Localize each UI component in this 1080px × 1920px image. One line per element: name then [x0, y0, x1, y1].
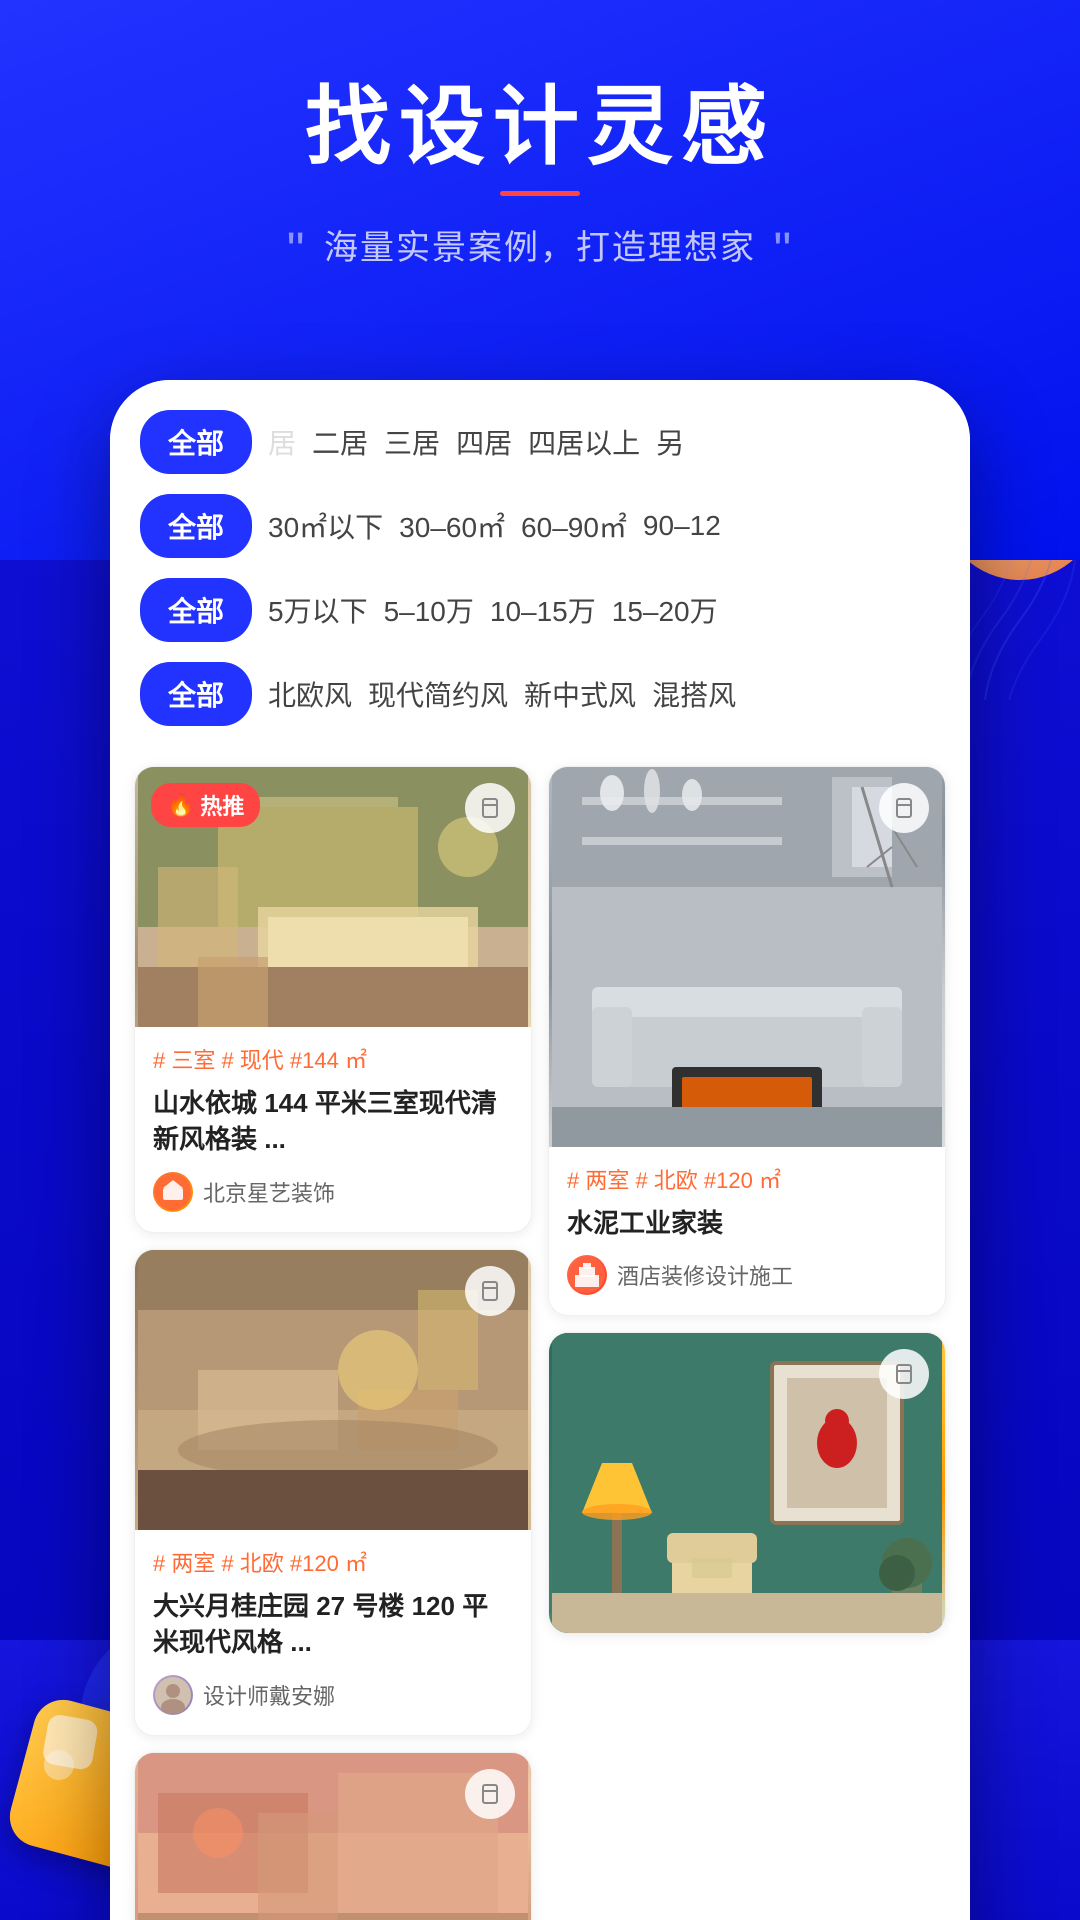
author-name-2: 酒店装修设计施工	[617, 1259, 793, 1291]
filter-budget-15-20[interactable]: 15–20万	[612, 590, 718, 630]
filter-row-area: 全部 30㎡以下 30–60㎡ 60–90㎡ 90–12	[140, 494, 940, 558]
card-daxing-image	[135, 1250, 531, 1530]
content-container: 全部 居 二居 三居 四居 四居以上 另 全部 30㎡以下 30–60㎡ 60–…	[110, 380, 970, 1920]
card-shanshui[interactable]: 🔥 热推 # 三室 # 现代 #144 ㎡ 山水依城 144 平米三室现	[134, 766, 532, 1233]
card-green-room[interactable]	[548, 1332, 946, 1634]
bookmark-icon-5	[479, 1783, 501, 1805]
title-underline	[500, 191, 580, 196]
card-shanshui-author: 北京星艺装饰	[153, 1172, 513, 1212]
filter-area-90-120[interactable]: 90–12	[643, 510, 721, 542]
hot-label: 热推	[200, 789, 244, 821]
filter-row-room-type: 全部 居 二居 三居 四居 四居以上 另	[140, 410, 940, 474]
hot-badge: 🔥 热推	[151, 783, 260, 827]
bookmark-btn-card3[interactable]	[465, 1266, 515, 1316]
author-avatar-1	[153, 1172, 193, 1212]
content-grid: 🔥 热推 # 三室 # 现代 #144 ㎡ 山水依城 144 平米三室现	[110, 766, 970, 1920]
quote-left-icon: "	[287, 222, 307, 278]
filter-area-30[interactable]: 30㎡以下	[268, 506, 383, 546]
filter-4plus-room[interactable]: 四居以上	[528, 422, 640, 462]
card-daxing-body: # 两室 # 北欧 #120 ㎡ 大兴月桂庄园 27 号楼 120 平米现代风格…	[135, 1530, 531, 1735]
card-cement-tags: # 两室 # 北欧 #120 ㎡	[567, 1163, 927, 1195]
card-pink-image	[135, 1753, 531, 1920]
card-pink-room[interactable]	[134, 1752, 532, 1920]
filter-nordic[interactable]: 北欧风	[268, 674, 352, 714]
filter-section: 全部 居 二居 三居 四居 四居以上 另 全部 30㎡以下 30–60㎡ 60–…	[110, 380, 970, 766]
filter-area-30-60[interactable]: 30–60㎡	[399, 506, 505, 546]
filter-all-room[interactable]: 全部	[140, 410, 252, 474]
filter-modern[interactable]: 现代简约风	[368, 674, 508, 714]
bookmark-btn-card1[interactable]	[465, 783, 515, 833]
quote-right-icon: "	[773, 222, 793, 278]
filter-chinese[interactable]: 新中式风	[524, 674, 636, 714]
filter-all-area[interactable]: 全部	[140, 494, 252, 558]
designer-avatar	[155, 1677, 191, 1713]
filter-2room[interactable]: 二居	[312, 422, 368, 462]
filter-budget-10-15[interactable]: 10–15万	[490, 590, 596, 630]
card-green-image	[549, 1333, 945, 1633]
fire-icon: 🔥	[167, 792, 194, 818]
author-avatar-2	[567, 1255, 607, 1295]
filter-divider-1: 居	[268, 422, 296, 462]
author-name-1: 北京星艺装饰	[203, 1176, 335, 1208]
card-shanshui-title: 山水依城 144 平米三室现代清新风格装 ...	[153, 1085, 513, 1158]
card-cement-author: 酒店装修设计施工	[567, 1255, 927, 1295]
right-column: # 两室 # 北欧 #120 ㎡ 水泥工业家装	[548, 766, 946, 1920]
author-avatar-3	[153, 1675, 193, 1715]
left-column: 🔥 热推 # 三室 # 现代 #144 ㎡ 山水依城 144 平米三室现	[134, 766, 532, 1920]
card-cement[interactable]: # 两室 # 北欧 #120 ㎡ 水泥工业家装	[548, 766, 946, 1316]
filter-all-budget[interactable]: 全部	[140, 578, 252, 642]
bookmark-btn-card5[interactable]	[465, 1769, 515, 1819]
card-daxing[interactable]: # 两室 # 北欧 #120 ㎡ 大兴月桂庄园 27 号楼 120 平米现代风格…	[134, 1249, 532, 1736]
filter-area-60-90[interactable]: 60–90㎡	[521, 506, 627, 546]
bookmark-icon-3	[479, 1280, 501, 1302]
card-daxing-author: 设计师戴安娜	[153, 1675, 513, 1715]
author-name-3: 设计师戴安娜	[203, 1679, 335, 1711]
bookmark-icon-2	[893, 797, 915, 819]
card-cement-title: 水泥工业家装	[567, 1205, 927, 1241]
filter-4room[interactable]: 四居	[456, 422, 512, 462]
subtitle-text: 海量实景案例，打造理想家	[324, 229, 756, 267]
filter-more-room[interactable]: 另	[656, 422, 684, 462]
bookmark-icon-4	[893, 1363, 915, 1385]
card-daxing-title: 大兴月桂庄园 27 号楼 120 平米现代风格 ...	[153, 1588, 513, 1661]
card-shanshui-tags: # 三室 # 现代 #144 ㎡	[153, 1043, 513, 1075]
filter-3room[interactable]: 三居	[384, 422, 440, 462]
company-logo-1	[155, 1174, 191, 1210]
filter-row-budget: 全部 5万以下 5–10万 10–15万 15–20万	[140, 578, 940, 642]
card-shanshui-body: # 三室 # 现代 #144 ㎡ 山水依城 144 平米三室现代清新风格装 ..…	[135, 1027, 531, 1232]
filter-mix[interactable]: 混搭风	[652, 674, 736, 714]
filter-budget-5[interactable]: 5万以下	[268, 590, 368, 630]
page-wrapper: 找设计灵感 " 海量实景案例，打造理想家 " 全部 居 二居 三居 四居 四居以…	[0, 0, 1080, 1920]
hotel-logo	[569, 1257, 605, 1293]
main-title: 找设计灵感	[305, 80, 775, 175]
filter-all-style[interactable]: 全部	[140, 662, 252, 726]
bookmark-icon	[479, 797, 501, 819]
card-shanshui-image: 🔥 热推	[135, 767, 531, 1027]
subtitle: " 海量实景案例，打造理想家 "	[287, 220, 793, 279]
bookmark-btn-card2[interactable]	[879, 783, 929, 833]
card-daxing-tags: # 两室 # 北欧 #120 ㎡	[153, 1546, 513, 1578]
filter-budget-5-10[interactable]: 5–10万	[384, 590, 474, 630]
filter-row-style: 全部 北欧风 现代简约风 新中式风 混搭风	[140, 662, 940, 726]
card-cement-image	[549, 767, 945, 1147]
card-cement-body: # 两室 # 北欧 #120 ㎡ 水泥工业家装	[549, 1147, 945, 1315]
